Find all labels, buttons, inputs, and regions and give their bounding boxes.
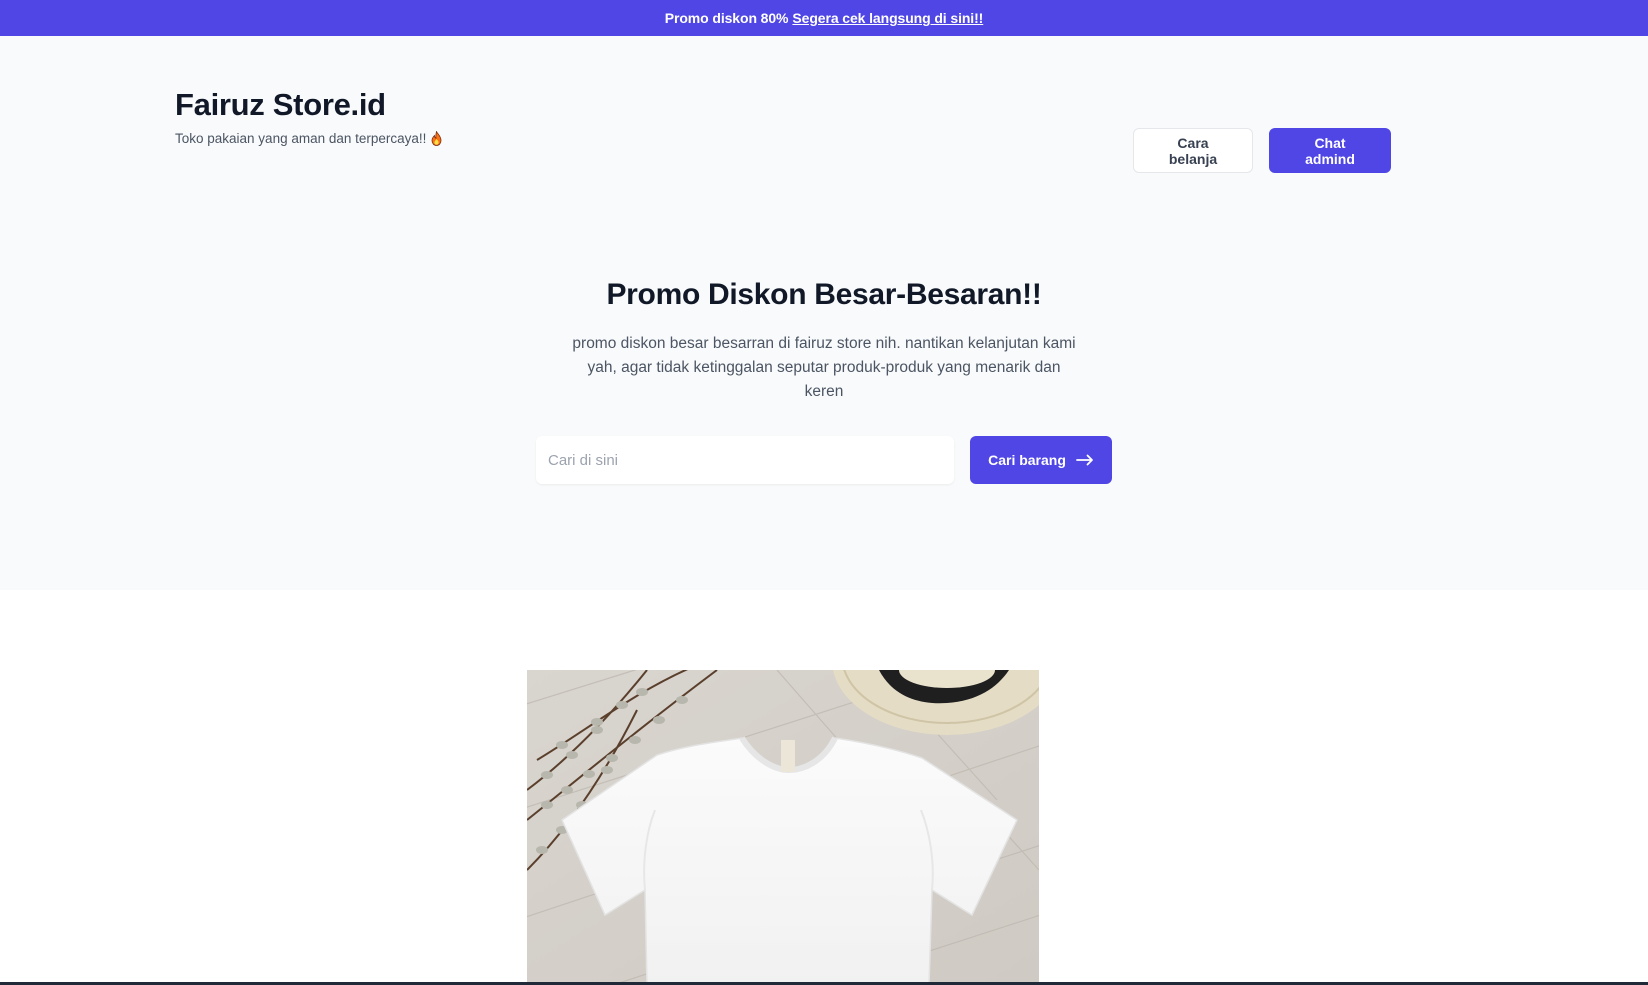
search-button-label: Cari barang [988, 452, 1066, 468]
brand-tagline-row: Toko pakaian yang aman dan terpercaya!! [175, 130, 442, 147]
brand-tagline: Toko pakaian yang aman dan terpercaya!! [175, 131, 427, 147]
promo-banner: Promo diskon 80% Segera cek langsung di … [0, 0, 1648, 36]
promo-text: Promo diskon 80% [664, 10, 789, 26]
site-header: Fairuz Store.id Toko pakaian yang aman d… [175, 86, 1391, 173]
how-to-shop-button[interactable]: Cara belanja [1133, 128, 1253, 173]
arrow-right-icon [1076, 454, 1094, 466]
hero-section: Fairuz Store.id Toko pakaian yang aman d… [0, 36, 1648, 590]
chat-admin-button[interactable]: Chat admind [1269, 128, 1391, 173]
brand-title[interactable]: Fairuz Store.id [175, 86, 442, 123]
search-button[interactable]: Cari barang [970, 436, 1112, 484]
hero-title: Promo Diskon Besar-Besaran!! [606, 278, 1042, 311]
fire-icon [431, 130, 442, 147]
hero-content: Promo Diskon Besar-Besaran!! promo disko… [0, 278, 1648, 484]
product-image[interactable] [527, 670, 1039, 985]
product-section [0, 590, 1648, 985]
header-actions: Cara belanja Chat admind [1133, 128, 1391, 173]
brand: Fairuz Store.id Toko pakaian yang aman d… [175, 86, 442, 146]
hero-description: promo diskon besar besarran di fairuz st… [572, 335, 1076, 400]
promo-link[interactable]: Segera cek langsung di sini!! [792, 10, 983, 26]
search-input[interactable] [536, 436, 954, 484]
search-bar: Cari barang [0, 436, 1648, 484]
